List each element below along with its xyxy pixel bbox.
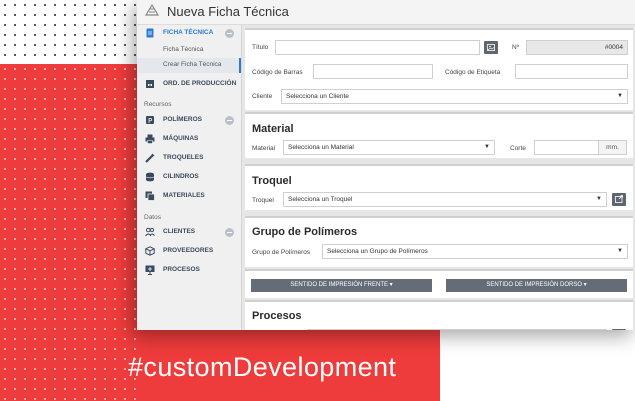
cylinder-icon bbox=[145, 172, 155, 182]
document-icon bbox=[146, 28, 154, 38]
svg-text:P: P bbox=[148, 117, 152, 125]
sidebar-subitem-label: Ficha Técnica bbox=[163, 46, 204, 53]
polymer-icon: P bbox=[146, 116, 154, 125]
material-panel: Material Material Selecciona un Material… bbox=[245, 112, 633, 158]
section-label-recursos: Recursos bbox=[144, 101, 172, 108]
procesos-title: Procesos bbox=[252, 310, 302, 322]
sidebar-item-label: PROCESOS bbox=[163, 266, 200, 273]
image-icon bbox=[487, 44, 495, 51]
dot-pattern-bottom bbox=[0, 64, 140, 401]
process-icon bbox=[145, 265, 155, 275]
codigo-barras-label: Código de Barras bbox=[252, 69, 303, 76]
material-label: Material bbox=[252, 145, 276, 152]
hashtag-text: #customDevelopment bbox=[128, 352, 397, 382]
sidebar-item-label: PROVEEDORES bbox=[163, 247, 214, 254]
factory-icon bbox=[146, 80, 154, 88]
material-title: Material bbox=[252, 123, 294, 135]
active-indicator bbox=[239, 58, 241, 73]
sentido-frente-label: SENTIDO DE IMPRESIÓN FRENTE bbox=[290, 282, 388, 288]
box-icon bbox=[145, 246, 155, 256]
material-select[interactable]: Selecciona un Material ▼ bbox=[283, 140, 495, 155]
sidebar-item-troqueles[interactable]: TROQUELES bbox=[137, 150, 241, 167]
troquel-panel: Troquel Troquel Selecciona un Troquel ▼ bbox=[245, 164, 633, 210]
codigo-barras-input[interactable] bbox=[313, 64, 433, 79]
troquel-select-value: Selecciona un Troquel bbox=[288, 196, 353, 203]
sidebar-item-clientes[interactable]: CLIENTES bbox=[137, 224, 241, 241]
form-content: Título Nº #0004 Código de Barras Código … bbox=[245, 28, 633, 330]
chevron-down-icon: ▼ bbox=[596, 196, 602, 202]
sidebar-subitem-ficha-tecnica[interactable]: Ficha Técnica bbox=[137, 43, 241, 58]
troquel-select[interactable]: Selecciona un Troquel ▼ bbox=[283, 192, 607, 207]
cutter-icon bbox=[145, 153, 155, 163]
sidebar-subitem-label: Crear Ficha Técnica bbox=[163, 61, 222, 68]
procesos-panel: Procesos bbox=[245, 300, 633, 330]
sentido-frente-button[interactable]: SENTIDO DE IMPRESIÓN FRENTE ▾ bbox=[251, 279, 432, 292]
section-label-datos: Datos bbox=[144, 214, 161, 221]
sidebar-item-materiales[interactable]: MATERIALES bbox=[137, 188, 241, 205]
printer-icon bbox=[145, 134, 155, 144]
sentido-dorso-button[interactable]: SENTIDO DE IMPRESIÓN DORSO ▾ bbox=[446, 279, 627, 292]
dot-pattern-top bbox=[0, 0, 140, 64]
material-select-value: Selecciona un Material bbox=[288, 144, 354, 151]
open-troquel-button[interactable] bbox=[612, 193, 626, 206]
sidebar-item-ficha-tecnica[interactable]: FICHA TÉCNICA bbox=[137, 25, 241, 42]
add-proceso-button[interactable] bbox=[612, 329, 626, 330]
sidebar-item-maquinas[interactable]: MÁQUINAS bbox=[137, 131, 241, 148]
sentido-dorso-label: SENTIDO DE IMPRESIÓN DORSO bbox=[486, 282, 582, 288]
chevron-down-icon: ▼ bbox=[484, 144, 490, 150]
external-link-icon bbox=[615, 195, 623, 203]
sidebar-item-ord-produccion[interactable]: ORD. DE PRODUCCIÓN bbox=[137, 76, 241, 93]
sidebar-item-cilindros[interactable]: CILINDROS bbox=[137, 169, 241, 186]
sidebar-item-label: CILINDROS bbox=[163, 173, 199, 180]
cliente-select[interactable]: Selecciona un Cliente ▼ bbox=[281, 89, 628, 104]
sidebar-item-label: CLIENTES bbox=[163, 228, 196, 235]
sidebar-item-procesos[interactable]: PROCESOS bbox=[137, 262, 241, 279]
sidebar-item-proveedores[interactable]: PROVEEDORES bbox=[137, 243, 241, 260]
sidebar-item-label: MATERIALES bbox=[163, 192, 205, 199]
polimeros-panel: Grupo de Polímeros Grupo de Polímeros Se… bbox=[245, 216, 633, 267]
numero-label: Nº bbox=[512, 44, 520, 51]
sidebar-item-label: ORD. DE PRODUCCIÓN bbox=[163, 80, 237, 87]
chevron-down-icon: ▾ bbox=[389, 282, 393, 288]
page-title: Nueva Ficha Técnica bbox=[167, 4, 289, 19]
materials-icon bbox=[145, 191, 155, 201]
polimeros-title: Grupo de Polímeros bbox=[252, 226, 358, 238]
sidebar-item-label: MÁQUINAS bbox=[163, 135, 199, 142]
titulo-input[interactable] bbox=[275, 40, 480, 55]
codigo-etiqueta-input[interactable] bbox=[515, 64, 628, 79]
codigo-etiqueta-label: Código de Etiqueta bbox=[445, 69, 501, 76]
polimeros-select[interactable]: Selecciona un Grupo de Polímeros ▼ bbox=[322, 244, 628, 259]
troquel-label: Troquel bbox=[252, 197, 274, 204]
corte-label: Corte bbox=[510, 145, 526, 152]
image-upload-button[interactable] bbox=[484, 41, 498, 54]
cliente-label: Cliente bbox=[252, 93, 273, 100]
chevron-down-icon: ▾ bbox=[583, 282, 587, 288]
sidebar-subitem-crear-ficha[interactable]: Crear Ficha Técnica bbox=[137, 58, 241, 73]
sidebar-item-label: TROQUELES bbox=[163, 154, 204, 161]
sidebar: FICHA TÉCNICA Ficha Técnica Crear Ficha … bbox=[137, 25, 242, 330]
chevron-down-icon: ▼ bbox=[617, 248, 623, 254]
polimeros-label: Grupo de Polímeros bbox=[252, 249, 311, 256]
procesos-select[interactable] bbox=[307, 329, 607, 330]
cliente-select-value: Selecciona un Cliente bbox=[286, 93, 349, 100]
corte-input[interactable] bbox=[534, 140, 599, 155]
collapse-toggle-icon[interactable] bbox=[225, 29, 234, 38]
app-logo-icon bbox=[144, 3, 160, 16]
general-panel: Título Nº #0004 Código de Barras Código … bbox=[245, 28, 633, 110]
sentido-panel: SENTIDO DE IMPRESIÓN FRENTE ▾ SENTIDO DE… bbox=[245, 269, 633, 298]
troquel-title: Troquel bbox=[252, 175, 292, 187]
users-icon bbox=[145, 227, 155, 237]
polimeros-select-value: Selecciona un Grupo de Polímeros bbox=[327, 248, 428, 255]
titulo-label: Título bbox=[252, 44, 269, 51]
sidebar-item-label: FICHA TÉCNICA bbox=[163, 29, 214, 36]
expand-toggle-icon[interactable] bbox=[225, 116, 234, 125]
numero-field: #0004 bbox=[526, 40, 628, 55]
expand-toggle-icon[interactable] bbox=[225, 228, 234, 237]
sidebar-item-label: POLÍMEROS bbox=[163, 116, 203, 123]
chevron-down-icon: ▼ bbox=[617, 93, 623, 99]
sidebar-item-polimeros[interactable]: P POLÍMEROS bbox=[137, 112, 241, 129]
title-bar: Nueva Ficha Técnica bbox=[137, 0, 635, 25]
app-window: Nueva Ficha Técnica FICHA TÉCNICA Ficha … bbox=[137, 0, 635, 330]
corte-unit: mm. bbox=[599, 140, 627, 155]
